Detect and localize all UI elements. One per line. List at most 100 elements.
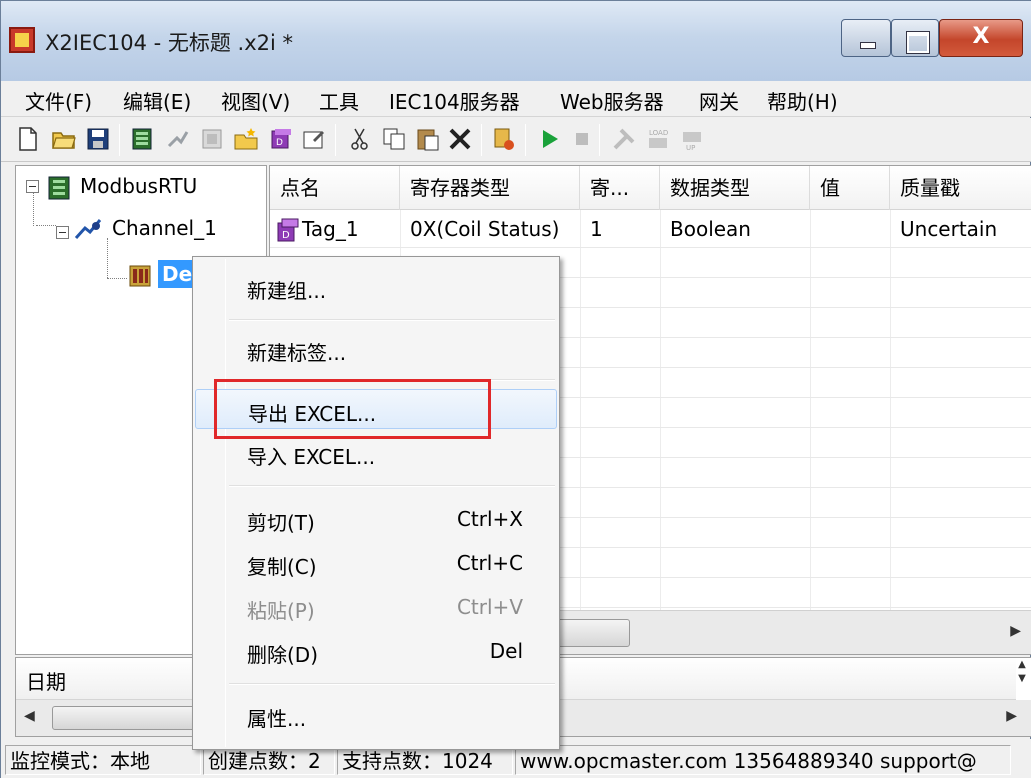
stop-icon[interactable] bbox=[569, 126, 595, 152]
status-contact: www.opcmaster.com 13564889340 support@ bbox=[515, 745, 1011, 775]
svg-text:D: D bbox=[282, 230, 290, 241]
toolbar: D LOAD UP bbox=[1, 118, 1031, 162]
tree-label-device: De bbox=[158, 260, 197, 288]
cell-value bbox=[810, 210, 820, 248]
unload-icon[interactable]: UP bbox=[679, 126, 705, 152]
menu-item-new-tag[interactable]: 新建标签... bbox=[195, 329, 557, 369]
minimize-button[interactable] bbox=[841, 19, 891, 57]
menu-item-properties[interactable]: 属性... bbox=[195, 695, 557, 735]
server-icon bbox=[48, 176, 70, 200]
menu-edit[interactable]: 编辑(E) bbox=[123, 86, 191, 115]
svg-text:D: D bbox=[276, 138, 283, 148]
tree-collapse-toggle[interactable] bbox=[26, 180, 39, 193]
menu-item-shortcut: Ctrl+C bbox=[456, 551, 523, 575]
new-server-icon[interactable] bbox=[129, 126, 155, 152]
svg-text:UP: UP bbox=[686, 144, 695, 152]
load-icon[interactable]: LOAD bbox=[645, 126, 671, 152]
menu-iec104-server[interactable]: IEC104服务器 bbox=[389, 86, 520, 115]
menu-help[interactable]: 帮助(H) bbox=[767, 86, 838, 115]
toolbar-separator bbox=[525, 124, 526, 156]
menu-item-label: 复制(C) bbox=[247, 555, 317, 579]
column-header-address[interactable]: 寄... bbox=[580, 166, 660, 210]
cell-data-type: Boolean bbox=[670, 217, 751, 241]
status-mode: 监控模式：本地 bbox=[5, 745, 201, 775]
channel-icon bbox=[74, 219, 102, 240]
cell-address: 1 bbox=[590, 217, 603, 241]
annotation-highlight-box bbox=[214, 379, 491, 439]
menu-item-label: 导入 EXCEL... bbox=[247, 445, 376, 469]
cell-register-type: 0X(Coil Status) bbox=[410, 217, 560, 241]
menu-item-label: 新建组... bbox=[247, 279, 327, 303]
properties-icon[interactable] bbox=[301, 126, 327, 152]
device-icon bbox=[129, 265, 151, 287]
toolbar-separator bbox=[599, 124, 600, 156]
menu-item-new-group[interactable]: 新建组... bbox=[195, 267, 557, 307]
menu-item-shortcut: Del bbox=[489, 639, 523, 663]
open-folder-icon[interactable] bbox=[51, 126, 77, 152]
column-header-name[interactable]: 点名 bbox=[270, 166, 400, 210]
tree-connector bbox=[107, 238, 108, 278]
menu-item-label: 新建标签... bbox=[247, 341, 347, 365]
menu-web-server[interactable]: Web服务器 bbox=[560, 86, 664, 115]
menu-item-label: 删除(D) bbox=[247, 643, 319, 667]
menu-gateway[interactable]: 网关 bbox=[699, 86, 739, 115]
tree-collapse-toggle[interactable] bbox=[56, 226, 69, 239]
menu-item-delete[interactable]: 删除(D) Del bbox=[195, 631, 557, 671]
delete-icon[interactable] bbox=[447, 126, 473, 152]
menu-item-copy[interactable]: 复制(C) Ctrl+C bbox=[195, 543, 557, 583]
cut-icon[interactable] bbox=[347, 126, 373, 152]
menu-view[interactable]: 视图(V) bbox=[221, 86, 290, 115]
paste-icon[interactable] bbox=[415, 126, 441, 152]
new-channel-icon[interactable] bbox=[165, 126, 191, 152]
scroll-right-icon[interactable]: ▶ bbox=[1006, 708, 1017, 724]
scroll-right-icon[interactable]: ▶ bbox=[1010, 623, 1021, 639]
toolbar-separator bbox=[335, 124, 336, 156]
menu-item-shortcut: Ctrl+X bbox=[456, 507, 523, 531]
toolbar-separator bbox=[119, 124, 120, 156]
menu-bar: 文件(F) 编辑(E) 视图(V) 工具 IEC104服务器 Web服务器 网关… bbox=[1, 81, 1031, 117]
tree-connector bbox=[107, 278, 127, 279]
menu-item-label: 剪切(T) bbox=[247, 511, 315, 535]
menu-file[interactable]: 文件(F) bbox=[25, 86, 92, 115]
cell-quality: Uncertain bbox=[900, 217, 998, 241]
toolbar-separator bbox=[481, 124, 482, 156]
new-device-icon[interactable] bbox=[199, 126, 225, 152]
table-row[interactable]: D Tag_1 0X(Coil Status) 1 Boolean Uncert… bbox=[270, 210, 1031, 248]
menu-separator bbox=[229, 683, 555, 685]
maximize-button[interactable] bbox=[891, 19, 939, 57]
column-header-data-type[interactable]: 数据类型 bbox=[660, 166, 810, 210]
menu-tools[interactable]: 工具 bbox=[319, 86, 359, 115]
log-vertical-scrollbar[interactable]: ▲ ▼ bbox=[1013, 658, 1031, 700]
copy-icon[interactable] bbox=[381, 126, 407, 152]
close-button[interactable]: X bbox=[939, 19, 1023, 57]
new-tag-icon[interactable]: D bbox=[267, 126, 293, 152]
column-header-value[interactable]: 值 bbox=[810, 166, 890, 210]
import-icon[interactable] bbox=[491, 126, 517, 152]
tools-icon[interactable] bbox=[611, 126, 637, 152]
cell-tag-name: Tag_1 bbox=[302, 217, 359, 241]
tree-connector bbox=[36, 225, 56, 226]
menu-item-paste[interactable]: 粘贴(P) Ctrl+V bbox=[195, 587, 557, 627]
tree-label-root: ModbusRTU bbox=[80, 174, 198, 198]
app-logo-icon bbox=[9, 27, 35, 53]
scroll-left-icon[interactable]: ◀ bbox=[24, 708, 35, 724]
menu-item-cut[interactable]: 剪切(T) Ctrl+X bbox=[195, 499, 557, 539]
column-header-register-type[interactable]: 寄存器类型 bbox=[400, 166, 580, 210]
run-icon[interactable] bbox=[537, 126, 563, 152]
menu-separator bbox=[229, 485, 555, 487]
app-window: X2IEC104 - 无标题 .x2i * X 文件(F) 编辑(E) 视图(V… bbox=[0, 0, 1031, 778]
menu-item-label: 粘贴(P) bbox=[247, 599, 315, 623]
window-title: X2IEC104 - 无标题 .x2i * bbox=[45, 31, 294, 55]
title-bar[interactable]: X2IEC104 - 无标题 .x2i * X bbox=[1, 1, 1031, 81]
menu-item-label: 属性... bbox=[247, 707, 307, 731]
log-column-date[interactable]: 日期 bbox=[26, 666, 66, 695]
save-icon[interactable] bbox=[85, 126, 111, 152]
svg-text:LOAD: LOAD bbox=[649, 129, 668, 137]
new-group-icon[interactable] bbox=[233, 126, 259, 152]
close-icon: X bbox=[972, 24, 990, 49]
menu-item-import-excel[interactable]: 导入 EXCEL... bbox=[195, 433, 557, 473]
new-file-icon[interactable] bbox=[15, 126, 41, 152]
list-header: 点名 寄存器类型 寄... 数据类型 值 质量戳 bbox=[270, 166, 1031, 210]
context-menu: 新建组... 新建标签... 导出 EXCEL... 导入 EXCEL... 剪… bbox=[192, 256, 560, 750]
column-header-quality[interactable]: 质量戳 bbox=[890, 166, 1031, 210]
